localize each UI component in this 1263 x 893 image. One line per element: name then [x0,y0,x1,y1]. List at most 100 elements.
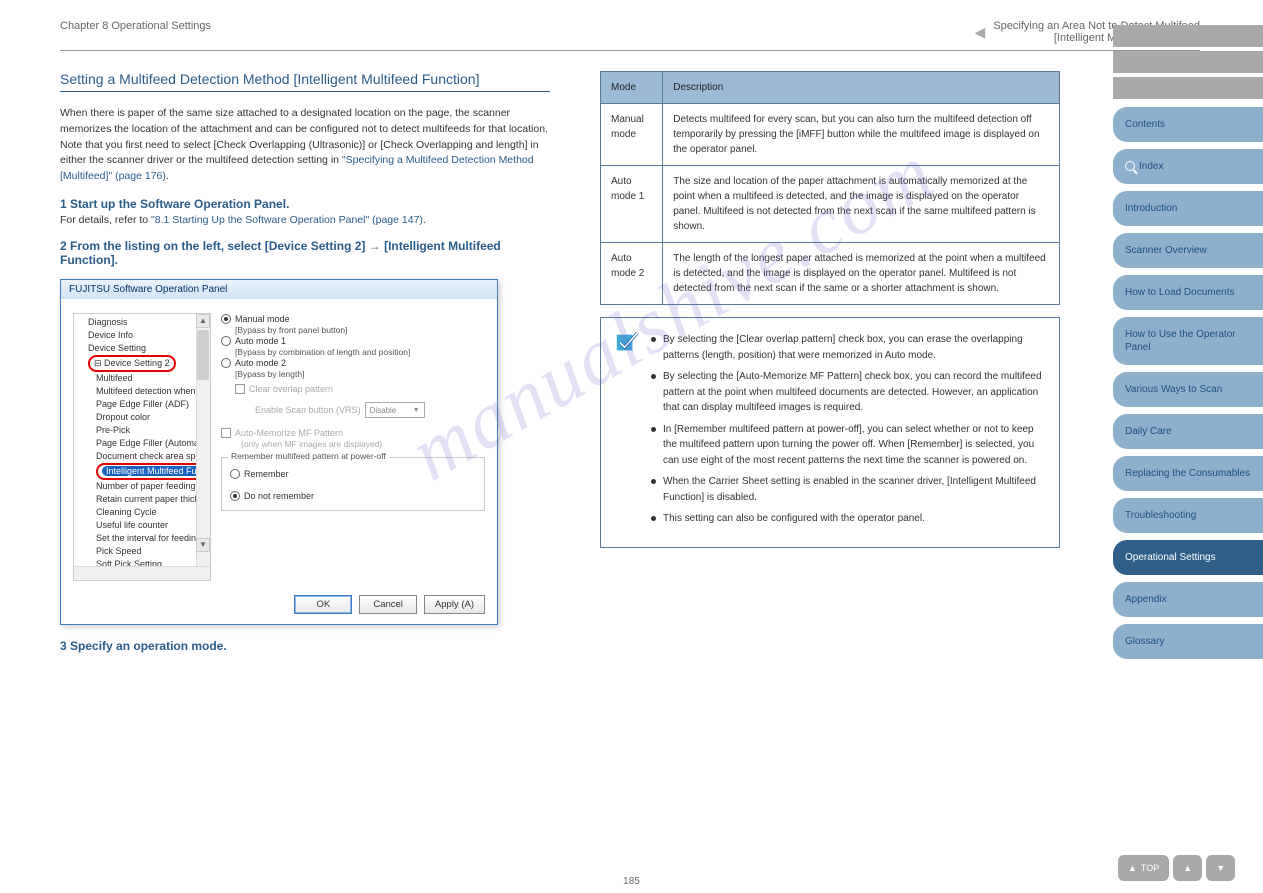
nav-item[interactable]: Index [1113,149,1263,184]
chapter-label: Chapter 8 Operational Settings [60,20,211,32]
manual-mode-hint: [Bypass by front panel button] [221,325,485,335]
tree-item[interactable]: Device Setting [76,342,208,355]
checkbox-icon [221,428,231,438]
nav-item[interactable]: Appendix [1113,582,1263,617]
remember-groupbox: Remember multifeed pattern at power-off … [221,457,485,511]
hint-item: This setting can also be configured with… [651,511,1043,527]
tree-item[interactable]: Useful life counter [76,519,208,532]
nav-gray-bar [1113,51,1263,73]
table-row: Auto mode 1The size and location of the … [601,166,1060,243]
col-mode: Mode [601,72,663,104]
tree-item[interactable]: Pre-Pick [76,424,208,437]
clear-overlap-checkbox: Clear overlap pattern [221,383,485,395]
col-desc: Description [663,72,1060,104]
ok-button[interactable]: OK [294,595,352,614]
nav-item[interactable]: Contents [1113,107,1263,142]
radio-icon [230,469,240,479]
radio-icon [221,358,231,368]
footer-nav: ▲TOP ▲ ▼ [1118,855,1263,881]
nav-gray-bar [1113,77,1263,99]
radio-icon [230,491,240,501]
nav-item[interactable]: Scanner Overview [1113,233,1263,268]
manual-mode-radio[interactable]: Manual mode [221,313,485,325]
groupbox-title: Remember multifeed pattern at power-off [228,451,389,461]
page-down-button[interactable]: ▼ [1206,855,1235,881]
table-row: Manual modeDetects multifeed for every s… [601,104,1060,166]
tree-item[interactable]: Page Edge Filler (ADF) [76,398,208,411]
step-number: 1 Start up the Software Operation Panel. [60,197,550,211]
hint-item: When the Carrier Sheet setting is enable… [651,474,1043,505]
nav-item[interactable]: Introduction [1113,191,1263,226]
scrollbar-horizontal[interactable] [74,566,210,580]
enable-scan-row: Enable Scan button (VRS) Disable▼ [221,401,485,419]
cell-mode: Auto mode 1 [601,166,663,243]
hint-check-icon [615,330,639,352]
radio-icon [221,336,231,346]
software-operation-panel-dialog: FUJITSU Software Operation Panel Diagnos… [60,279,498,625]
top-button[interactable]: ▲TOP [1118,855,1169,881]
scrollbar-up-icon[interactable]: ▲ [196,314,210,328]
radio-icon [221,314,231,324]
tree-item[interactable]: ⊟ Device Setting 2 [76,355,208,372]
step1-link[interactable]: "8.1 Starting Up the Software Operation … [151,214,423,226]
nav-item[interactable]: How to Load Documents [1113,275,1263,310]
auto-mode2-radio[interactable]: Auto mode 2 [221,357,485,369]
do-not-remember-radio[interactable]: Do not remember [230,490,476,502]
page-up-button[interactable]: ▲ [1173,855,1202,881]
hint-item: By selecting the [Auto-Memorize MF Patte… [651,369,1043,416]
auto-mode1-radio[interactable]: Auto mode 1 [221,335,485,347]
page-number: 185 [623,876,640,887]
chapter-header: Chapter 8 Operational Settings ◀ Specify… [60,20,1200,51]
enable-scan-combo: Disable▼ [365,402,425,418]
tree-item[interactable]: Multifeed [76,372,208,385]
cell-desc: The size and location of the paper attac… [663,166,1060,243]
tree-item[interactable]: Page Edge Filler (Automatic [76,437,208,450]
tree-item[interactable]: Intelligent Multifeed Functio [76,463,208,480]
chevron-down-icon: ▼ [1216,863,1225,873]
tree-item[interactable]: Retain current paper thickn [76,493,208,506]
tree-item[interactable]: Dropout color [76,411,208,424]
tree-item[interactable]: Device Info [76,329,208,342]
tree-item[interactable]: Diagnosis [76,316,208,329]
side-navigation: Contents Index Introduction Scanner Overvie… [1113,25,1263,666]
enable-scan-label: Enable Scan button (VRS) [255,405,361,415]
nav-item[interactable]: Replacing the Consumables [1113,456,1263,491]
options-panel: Manual mode [Bypass by front panel butto… [221,313,485,581]
auto1-hint: [Bypass by combination of length and pos… [221,347,485,357]
scrollbar-thumb[interactable] [197,330,209,380]
search-icon [1125,161,1135,171]
tree-item[interactable]: Pick Speed [76,545,208,558]
step-3: 3 Specify an operation mode. [60,639,550,653]
cell-mode: Auto mode 2 [601,243,663,305]
tree-item[interactable]: Multifeed detection when s [76,385,208,398]
chevron-left-icon[interactable]: ◀ [975,24,986,41]
nav-gray-bar [1113,25,1263,47]
intro-paragraph: When there is paper of the same size att… [60,106,550,185]
remember-radio[interactable]: Remember [230,468,476,480]
nav-item[interactable]: How to Use the Operator Panel [1113,317,1263,365]
nav-item[interactable]: Daily Care [1113,414,1263,449]
nav-item[interactable]: Glossary [1113,624,1263,659]
chevron-up-icon: ▲ [1128,863,1137,873]
hint-item: By selecting the [Clear overlap pattern]… [651,332,1043,363]
settings-tree[interactable]: DiagnosisDevice InfoDevice Setting⊟ Devi… [73,313,211,581]
step-1: 1 Start up the Software Operation Panel.… [60,197,550,228]
cancel-button[interactable]: Cancel [359,595,417,614]
hint-item: In [Remember multifeed pattern at power-… [651,422,1043,469]
chevron-down-icon: ▼ [413,407,420,414]
tree-item[interactable]: Number of paper feeding re [76,480,208,493]
tree-item[interactable]: Cleaning Cycle [76,506,208,519]
tree-item[interactable]: Document check area spe [76,450,208,463]
hint-box: By selecting the [Clear overlap pattern]… [600,317,1060,548]
checkbox-icon [235,384,245,394]
nav-item[interactable]: Various Ways to Scan [1113,372,1263,407]
scrollbar-down-icon[interactable]: ▼ [196,538,210,552]
step-number: 3 Specify an operation mode. [60,639,550,653]
nav-item[interactable]: Troubleshooting [1113,498,1263,533]
apply-button[interactable]: Apply (A) [424,595,485,614]
auto-mem-hint: (only when MF images are displayed) [221,439,485,449]
nav-item[interactable]: Operational Settings [1113,540,1263,575]
chevron-up-icon: ▲ [1183,863,1192,873]
tree-item[interactable]: Set the interval for feeding [76,532,208,545]
scrollbar-vertical[interactable]: ▲ ▼ [196,314,210,566]
